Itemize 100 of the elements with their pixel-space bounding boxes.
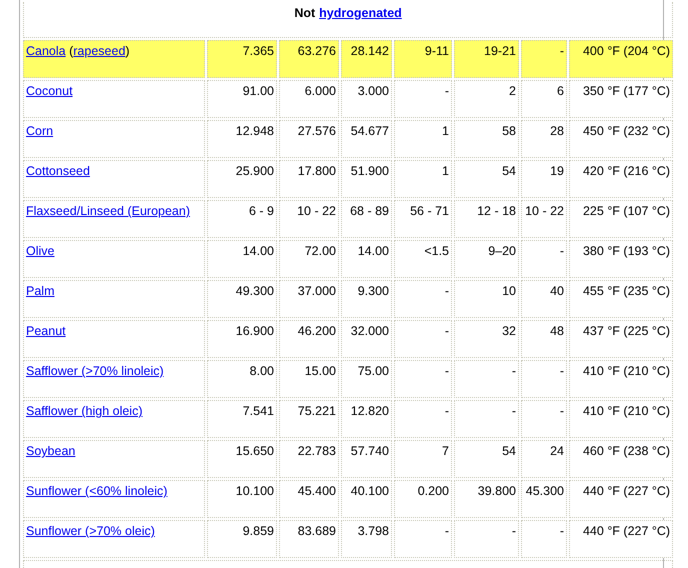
table-cell: 350 °F (177 °C) (569, 80, 674, 118)
table-cell: 12.820 (341, 400, 392, 438)
link[interactable]: Soybean (26, 444, 76, 458)
table-cell: 7.365 (207, 40, 277, 78)
table-cell: 7 (394, 440, 452, 478)
link[interactable]: Safflower (high oleic) (26, 404, 142, 418)
link[interactable]: Olive (26, 244, 54, 258)
table-cell: - (454, 520, 519, 558)
table-cell: 3.798 (341, 520, 392, 558)
table-cell: 440 °F (227 °C) (569, 480, 674, 518)
table-cell: 7.541 (207, 400, 277, 438)
punctuation: Not (294, 5, 316, 22)
table-cell: 32 (454, 320, 519, 358)
link[interactable]: rapeseed (73, 44, 126, 58)
table-cell: 9–20 (454, 240, 519, 278)
table-cell: 19 (521, 160, 567, 198)
table-cell: 40.100 (341, 480, 392, 518)
link[interactable]: hydrogenated (319, 4, 402, 23)
table-cell: 9-11 (394, 40, 452, 78)
table-cell: 12.948 (207, 120, 277, 158)
table-cell: 32.000 (341, 320, 392, 358)
table-cell: - (521, 240, 567, 278)
table-cell: 16.900 (207, 320, 277, 358)
table-cell: 45.300 (521, 480, 567, 518)
link[interactable]: Sunflower (>70% oleic) (26, 524, 155, 538)
table-cell: 14.00 (341, 240, 392, 278)
table-cell: - (521, 400, 567, 438)
table-cell: 2 (454, 80, 519, 118)
link[interactable]: Sunflower (<60% linoleic) (26, 484, 168, 498)
table-cell: 12 - 18 (454, 200, 519, 238)
table-cell: 9.859 (207, 520, 277, 558)
table-cell: 1 (394, 160, 452, 198)
table-cell: 6.000 (279, 80, 339, 118)
table-cell: 57.740 (341, 440, 392, 478)
table-cell: 1 (394, 120, 452, 158)
table-cell: 27.576 (279, 120, 339, 158)
table-cell: - (521, 360, 567, 398)
table-cell: 6 - 9 (207, 200, 277, 238)
table-cell: 10 (454, 280, 519, 318)
table-cell: 45.400 (279, 480, 339, 518)
table-cell: 15.00 (279, 360, 339, 398)
table-cell: 450 °F (232 °C) (569, 120, 674, 158)
link[interactable]: Safflower (>70% linoleic) (26, 364, 164, 378)
table-cell: 3.000 (341, 80, 392, 118)
link[interactable]: Cottonseed (26, 164, 90, 178)
table-cell: <1.5 (394, 240, 452, 278)
table-cell: 40 (521, 280, 567, 318)
table-cell: - (454, 360, 519, 398)
table-cell: 10 - 22 (521, 200, 567, 238)
table-cell: 54 (454, 160, 519, 198)
table-cell: 63.276 (279, 40, 339, 78)
table-cell: 19-21 (454, 40, 519, 78)
table-cell: 8.00 (207, 360, 277, 398)
table-cell: - (454, 400, 519, 438)
table-cell: 91.00 (207, 80, 277, 118)
table-cell: 225 °F (107 °C) (569, 200, 674, 238)
table-cell: 75.00 (341, 360, 392, 398)
table-cell: - (394, 400, 452, 438)
table-cell: 22.783 (279, 440, 339, 478)
table-cell: - (394, 320, 452, 358)
punctuation: ( (68, 44, 74, 58)
link[interactable]: Peanut (26, 324, 66, 338)
table-cell: 420 °F (216 °C) (569, 160, 674, 198)
table-cell: 10 - 22 (279, 200, 339, 238)
table-cell: - (394, 80, 452, 118)
table-cell: 75.221 (279, 400, 339, 438)
table-cell: 28.142 (341, 40, 392, 78)
table-cell: 440 °F (227 °C) (569, 520, 674, 558)
table-cell: 24 (521, 440, 567, 478)
table-cell: 25.900 (207, 160, 277, 198)
table-cell: 0.200 (394, 480, 452, 518)
table-cell: 14.00 (207, 240, 277, 278)
table-cell: 10.100 (207, 480, 277, 518)
link[interactable]: Flaxseed/Linseed (European) (26, 204, 190, 218)
table-cell: 460 °F (238 °C) (569, 440, 674, 478)
link[interactable]: Corn (26, 124, 54, 138)
table-cell: - (521, 520, 567, 558)
table-cell: 54.677 (341, 120, 392, 158)
link[interactable]: Canola (26, 44, 66, 58)
table-cell: 37.000 (279, 280, 339, 318)
table-cell: 39.800 (454, 480, 519, 518)
table-cell: 455 °F (235 °C) (569, 280, 674, 318)
table-cell: 58 (454, 120, 519, 158)
table-cell: 437 °F (225 °C) (569, 320, 674, 358)
table-cell: 68 - 89 (341, 200, 392, 238)
table-cell: 46.200 (279, 320, 339, 358)
table-cell: 28 (521, 120, 567, 158)
table-cell: 410 °F (210 °C) (569, 360, 674, 398)
table-cell: 56 - 71 (394, 200, 452, 238)
link[interactable]: Palm (26, 284, 54, 298)
table-cell: 6 (521, 80, 567, 118)
table-cell: 48 (521, 320, 567, 358)
table-cell: 83.689 (279, 520, 339, 558)
table-cell: - (521, 40, 567, 78)
link[interactable]: Coconut (26, 84, 73, 98)
table-cell: 72.00 (279, 240, 339, 278)
table-cell: 51.900 (341, 160, 392, 198)
table-cell: 400 °F (204 °C) (569, 40, 674, 78)
table-cell: - (394, 520, 452, 558)
table-cell: 54 (454, 440, 519, 478)
